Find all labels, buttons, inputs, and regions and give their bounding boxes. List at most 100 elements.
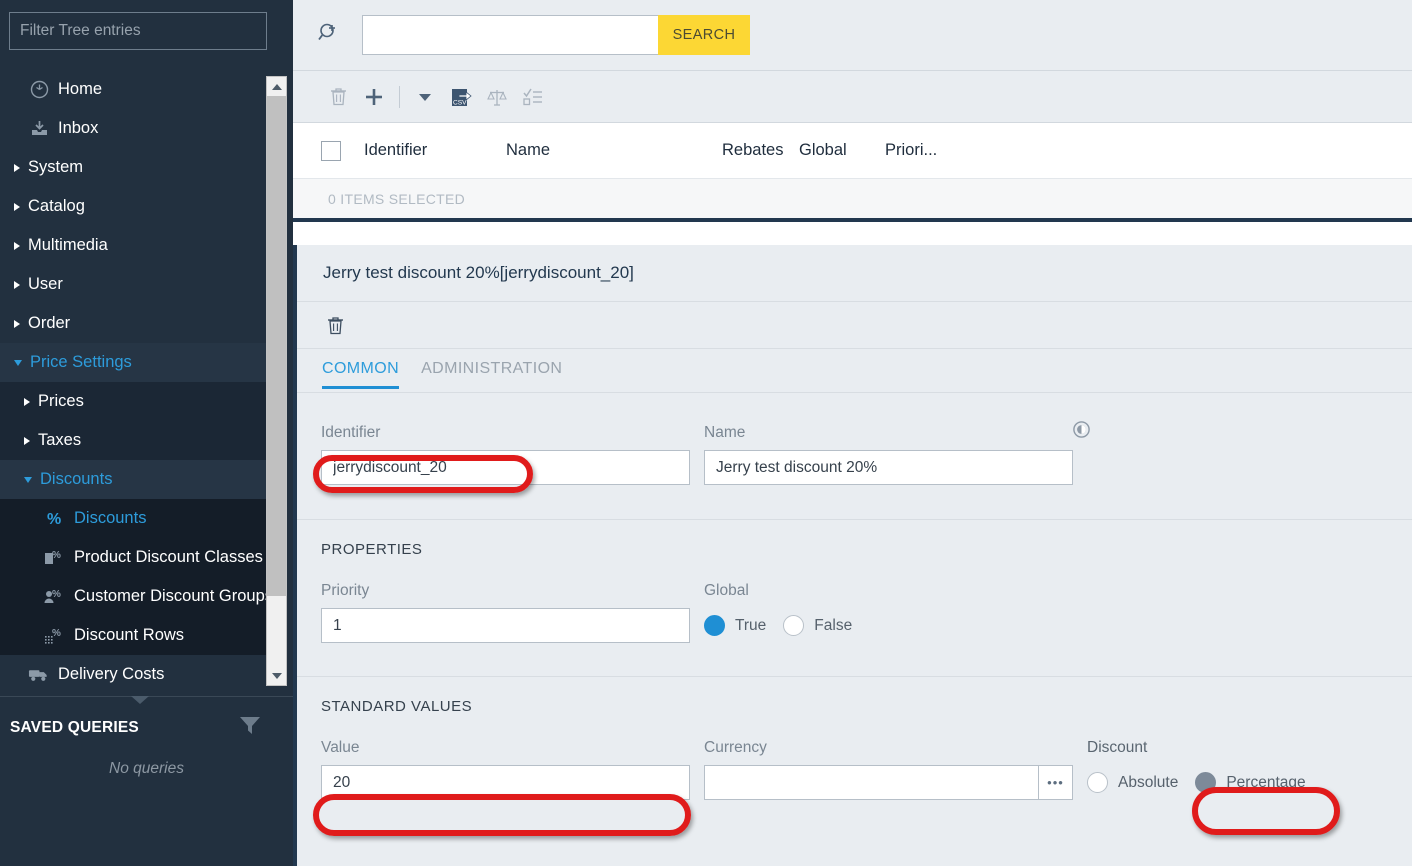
rows-percent-icon: % [44,626,66,645]
sidebar-item-label: Home [58,80,103,98]
standard-values-section: STANDARD VALUES Value Currency ••• [321,677,1388,800]
truck-icon [28,666,50,683]
column-header-identifier[interactable]: Identifier [364,141,506,160]
sidebar-item-order[interactable]: Order [0,304,268,343]
delete-button[interactable] [320,79,356,115]
name-group: Name [704,421,1090,485]
tab-common[interactable]: COMMON [322,349,400,389]
caret-right-icon[interactable] [24,397,30,406]
select-all-checkbox[interactable] [321,140,341,161]
sidebar-item-label: System [28,158,84,176]
add-button[interactable] [356,79,392,115]
selection-status: 0 ITEMS SELECTED [293,179,1412,222]
sidebar-item-label: Discounts [74,509,147,527]
caret-right-icon[interactable] [14,202,20,211]
scroll-down-arrow-icon[interactable] [267,666,286,685]
inbox-icon [28,119,50,138]
compass-icon [28,80,50,99]
caret-right-icon[interactable] [14,241,20,250]
sidebar-item-catalog[interactable]: Catalog [0,187,268,226]
tab-administration[interactable]: ADMINISTRATION [421,349,562,386]
panel-notch-icon [131,696,149,704]
sidebar-item-prices[interactable]: Prices [0,382,268,421]
name-label: Name [704,424,746,441]
global-group: Global True False [704,582,1073,643]
caret-down-icon[interactable] [14,359,22,366]
detail-actions [297,302,1412,349]
discount-radio-absolute[interactable]: Absolute [1087,772,1178,793]
saved-queries-empty-text: No queries [109,760,184,777]
value-label: Value [321,739,360,756]
discount-absolute-label: Absolute [1118,773,1179,791]
caret-right-icon[interactable] [14,163,20,172]
radio-dot-icon [704,615,725,636]
sidebar-item-taxes[interactable]: Taxes [0,421,268,460]
checklist-button[interactable] [515,79,551,115]
discount-percentage-label: Percentage [1226,773,1306,791]
search-plus-icon[interactable] [318,22,340,49]
radio-dot-icon [783,615,805,636]
standard-values-row: Value Currency ••• Discount [321,715,1388,800]
tree-scrollbar[interactable] [266,76,287,686]
sidebar-item-customer-discount-groups[interactable]: % Customer Discount Groups [0,577,268,616]
sidebar-item-home[interactable]: Home [0,70,268,109]
export-csv-button[interactable]: CSV [443,79,479,115]
sidebar-item-discounts[interactable]: % Discounts [0,499,268,538]
svg-text:%: % [47,511,61,527]
sidebar-item-discount-rows[interactable]: % Discount Rows [0,616,268,655]
sidebar-item-label: Price Settings [30,353,132,371]
currency-label: Currency [704,739,767,756]
compare-button[interactable] [479,79,515,115]
sidebar-item-multimedia[interactable]: Multimedia [0,226,268,265]
navigation-tree: Home Inbox System Catalog Multimedia User Orde… [0,70,268,695]
scroll-up-arrow-icon[interactable] [267,77,286,96]
toolbar-separator [399,85,400,108]
sidebar-item-price-settings[interactable]: Price Settings [0,343,268,382]
detail-delete-button[interactable] [317,307,353,343]
caret-right-icon[interactable] [14,319,20,328]
currency-input[interactable] [704,765,1039,800]
add-dropdown-button[interactable] [407,79,443,115]
caret-right-icon[interactable] [14,280,20,289]
sidebar-item-label: User [28,275,63,293]
globe-icon[interactable] [1072,420,1091,444]
global-radio-false[interactable]: False [783,615,852,636]
priority-group: Priority [321,582,690,643]
tree-filter-container [0,0,293,70]
column-header-priority[interactable]: Priori... [885,141,975,160]
funnel-icon[interactable] [239,715,261,740]
sidebar-item-user[interactable]: User [0,265,268,304]
name-input[interactable] [704,450,1073,485]
global-true-label: True [735,616,767,634]
standard-values-title: STANDARD VALUES [321,698,473,715]
priority-input[interactable] [321,608,690,643]
sidebar-item-product-discount-classes[interactable]: % Product Discount Classes [0,538,268,577]
column-header-name[interactable]: Name [506,141,722,160]
search-input[interactable] [362,15,659,55]
sidebar-item-inbox[interactable]: Inbox [0,109,268,148]
column-header-rebates[interactable]: Rebates [722,141,799,160]
identifier-input[interactable] [321,450,690,485]
global-radio-true[interactable]: True [704,615,766,636]
column-header-global[interactable]: Global [799,141,885,160]
sidebar-item-discounts[interactable]: Discounts [0,460,268,499]
caret-down-icon[interactable] [24,476,32,483]
sidebar-item-label: Inbox [58,119,99,137]
currency-picker-button[interactable]: ••• [1039,765,1073,800]
discount-radio-percentage[interactable]: Percentage [1195,772,1306,793]
scrollbar-thumb[interactable] [267,96,286,596]
search-bar: SEARCH [293,0,1412,70]
search-button[interactable]: SEARCH [658,15,750,55]
sidebar-item-delivery-costs[interactable]: Delivery Costs [0,655,268,694]
svg-text:%: % [52,550,61,561]
tree-filter-input[interactable] [9,12,267,50]
sidebar-item-label: Discount Rows [74,626,185,644]
value-input[interactable] [321,765,690,800]
sidebar-item-system[interactable]: System [0,148,268,187]
currency-input-row: ••• [704,765,1073,800]
discount-group: Discount Absolute Percentage [1087,739,1387,800]
caret-right-icon[interactable] [24,436,30,445]
detail-form: Identifier Name [297,393,1412,800]
svg-text:%: % [52,628,61,639]
svg-text:%: % [52,589,61,600]
